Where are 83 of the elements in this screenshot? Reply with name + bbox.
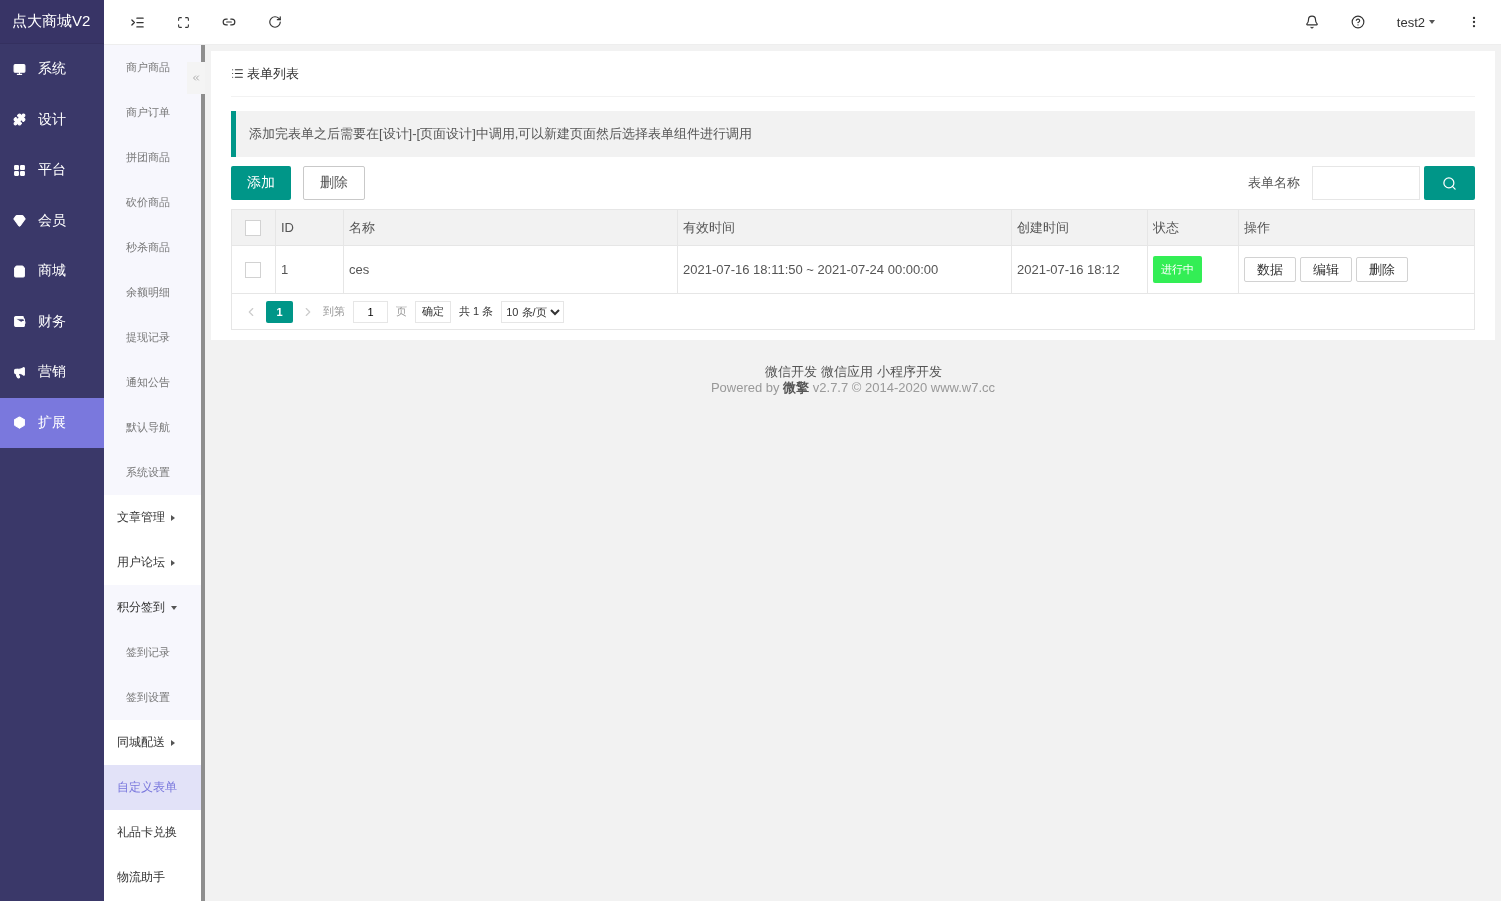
caret-icon (171, 739, 175, 746)
column-header: 操作 (1238, 209, 1475, 246)
caret-icon (171, 559, 175, 566)
footer-link[interactable]: 微信应用 (820, 364, 873, 379)
column-header: 创建时间 (1011, 209, 1148, 246)
search-label: 表单名称 (1248, 174, 1300, 192)
submenu-item[interactable]: 签到设置 (104, 675, 201, 720)
page-unit: 页 (396, 304, 407, 319)
nav-label: 设计 (38, 110, 66, 129)
nav-item[interactable]: 财务 (0, 296, 104, 347)
submenu-item[interactable]: 系统设置 (104, 450, 201, 495)
search-icon (1442, 175, 1457, 191)
submenu-item[interactable]: 商户订单 (104, 90, 201, 135)
grid-icon (13, 163, 26, 177)
double-chevron-icon (191, 73, 201, 83)
submenu-item[interactable]: 砍价商品 (104, 180, 201, 225)
nav-item[interactable]: 平台 (0, 145, 104, 196)
gem-icon (13, 214, 26, 228)
page-button[interactable]: 1 (266, 300, 293, 323)
nav-label: 营销 (38, 363, 66, 382)
submenu-item[interactable]: 拼团商品 (104, 135, 201, 180)
column-header: 名称 (343, 209, 678, 246)
nav-item[interactable]: 设计 (0, 94, 104, 145)
submenu-item[interactable]: 秒杀商品 (104, 225, 201, 270)
submenu-item[interactable]: 提现记录 (104, 315, 201, 360)
column-header: 状态 (1147, 209, 1239, 246)
nav-label: 商城 (38, 262, 66, 281)
nav-label: 系统 (38, 60, 66, 79)
megaphone-icon (13, 365, 26, 379)
submenu-item[interactable]: 签到记录 (104, 630, 201, 675)
action-button[interactable]: 删除 (1356, 257, 1408, 282)
checkbox[interactable] (245, 261, 261, 278)
card-title: 表单列表 (247, 64, 299, 83)
nav-label: 财务 (38, 312, 66, 331)
add-button[interactable]: 添加 (231, 166, 291, 200)
powered-by-text: Powered by 微擎 v2.7.7 © 2014-2020 www.w7.cc (709, 380, 997, 396)
footer-link[interactable]: 微信开发 (764, 364, 817, 379)
delete-button[interactable]: 删除 (303, 166, 365, 200)
nav-item[interactable]: 系统 (0, 44, 104, 95)
nav-label: 会员 (38, 211, 66, 230)
nav-item[interactable]: 商城 (0, 246, 104, 297)
goto-label: 到第 (323, 304, 345, 319)
cube-icon (13, 416, 26, 430)
fullscreen-icon[interactable] (177, 15, 190, 29)
confirm-button[interactable]: 确定 (415, 300, 451, 323)
submenu-item[interactable]: 积分签到 (104, 585, 201, 630)
nav-item[interactable]: 会员 (0, 195, 104, 246)
submenu-item[interactable]: 默认导航 (104, 405, 201, 450)
table-cell: 1 (275, 245, 344, 294)
caret-icon (1429, 20, 1435, 24)
nav-label: 平台 (38, 161, 66, 180)
nav-item[interactable]: 扩展 (0, 397, 104, 448)
menu-icon[interactable] (130, 14, 145, 30)
list-icon (231, 67, 244, 80)
nav-label: 扩展 (38, 413, 66, 432)
table-cell: 2021-07-16 18:12 (1011, 245, 1148, 294)
page-size-select[interactable]: 10 条/页 (501, 300, 565, 323)
column-header: 有效时间 (677, 209, 1012, 246)
total-count: 共 1 条 (459, 304, 494, 319)
status-badge: 进行中 (1153, 256, 1202, 283)
help-icon[interactable] (1350, 15, 1365, 29)
table-cell: 2021-07-16 18:11:50 ~ 2021-07-24 00:00:00 (677, 245, 1012, 294)
monitor-icon (13, 62, 26, 76)
notice-text: 添加完表单之后需要在[设计]-[页面设计]中调用,可以新建页面然后选择表单组件进行调用 (231, 111, 1475, 157)
link-icon[interactable] (222, 15, 236, 29)
nav-item[interactable]: 营销 (0, 347, 104, 398)
action-button[interactable]: 数据 (1244, 257, 1296, 282)
search-field[interactable] (1312, 166, 1420, 200)
page-input[interactable]: 1 (353, 300, 388, 323)
column-header: ID (275, 209, 344, 246)
refresh-icon[interactable] (268, 15, 282, 29)
submenu-item[interactable]: 余额明细 (104, 270, 201, 315)
brand-logo: 点大商城V2 (0, 0, 104, 44)
action-button[interactable]: 编辑 (1300, 257, 1352, 282)
checkbox[interactable] (245, 219, 261, 236)
submenu-item[interactable]: 通知公告 (104, 360, 201, 405)
footer-link[interactable]: 小程序开发 (876, 364, 942, 379)
table-cell: ces (343, 245, 678, 294)
submenu-item[interactable]: 商户商品 (104, 45, 201, 90)
user-menu[interactable]: test2 (1396, 14, 1435, 30)
caret-icon (171, 514, 175, 521)
bell-icon[interactable] (1304, 15, 1319, 29)
caret-icon (171, 605, 177, 610)
